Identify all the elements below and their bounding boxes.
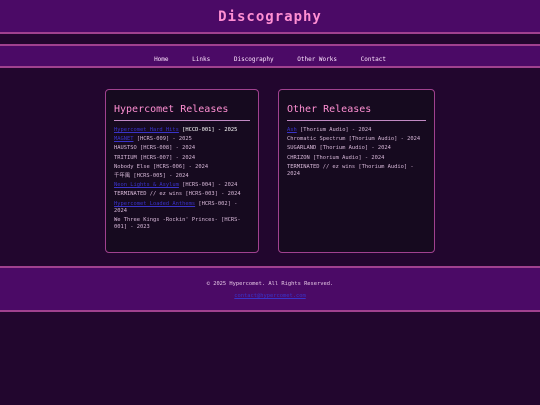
hypercomet-release-item: TERMINATED // ez wins [HCRS-003] - 2024	[114, 191, 250, 198]
hypercomet-release-list: Hypercomet Hard Hits [HCCD-001] - 2025 MA…	[114, 127, 250, 231]
hypercomet-release-details: TRITIUM [HCRS-007] - 2024	[114, 154, 196, 161]
hypercomet-release-link[interactable]: Neon Lights & Asylum	[114, 182, 179, 188]
other-release-list: Ash [Thorium Audio] - 2024 Chromatic Spec…	[287, 127, 426, 178]
site-footer: © 2025 Hypercomet. All Rights Reserved. …	[0, 266, 540, 312]
hypercomet-release-item: Nobody Else [HCRS-006] - 2024	[114, 164, 250, 171]
other-release-item: SUGARLAND [Thorium Audio] - 2024	[287, 145, 426, 152]
hypercomet-release-item: TRITIUM [HCRS-007] - 2024	[114, 155, 250, 162]
other-release-link[interactable]: Ash	[287, 127, 297, 133]
other-release-details: SUGARLAND [Thorium Audio] - 2024	[287, 145, 391, 152]
footer-contact: contact@hypercomet.com	[0, 293, 540, 299]
nav-contact[interactable]: Contact	[361, 50, 386, 70]
nav-home[interactable]: Home	[154, 50, 168, 70]
hypercomet-release-details: TERMINATED // ez wins [HCRS-003] - 2024	[114, 191, 241, 198]
other-releases-panel: Other Releases Ash [Thorium Audio] - 202…	[278, 89, 435, 253]
copyright-text: © 2025 Hypercomet. All Rights Reserved.	[206, 281, 334, 287]
hypercomet-release-item: We Three Kings -Rockin' Princes- [HCRS-0…	[114, 217, 250, 231]
hypercomet-release-details: HAUSTSO [HCRS-008] - 2024	[114, 145, 196, 152]
hypercomet-releases-title: Hypercomet Releases	[114, 104, 250, 121]
hypercomet-release-item: Hypercomet Loaded Anthems [HCRS-002] - 2…	[114, 201, 250, 215]
hypercomet-releases-panel: Hypercomet Releases Hypercomet Hard Hits…	[105, 89, 259, 253]
hypercomet-release-details: Nobody Else [HCRS-006] - 2024	[114, 163, 209, 170]
contact-email-link[interactable]: contact@hypercomet.com	[234, 293, 305, 299]
hypercomet-release-details: [HCCD-001] - 2025	[182, 127, 238, 133]
hypercomet-release-details: We Three Kings -Rockin' Princes- [HCRS-0…	[114, 217, 241, 231]
other-release-item: CHRIZON [Thorium Audio] - 2024	[287, 155, 426, 162]
hypercomet-release-details: 千年風 [HCRS-005] - 2024	[114, 173, 189, 180]
site-header: Discography	[0, 0, 540, 34]
other-release-item: TERMINATED // ez wins [Thorium Audio] - …	[287, 164, 426, 178]
other-release-details: TERMINATED // ez wins [Thorium Audio] - …	[287, 163, 414, 178]
hypercomet-release-link[interactable]: MAGNET	[114, 136, 133, 142]
nav-discography[interactable]: Discography	[234, 50, 274, 70]
hypercomet-release-item: Hypercomet Hard Hits [HCCD-001] - 2025	[114, 127, 250, 134]
page-title: Discography	[218, 9, 322, 25]
hypercomet-release-details: [HCRS-004] - 2024	[182, 182, 238, 189]
other-release-details: CHRIZON [Thorium Audio] - 2024	[287, 154, 385, 161]
hypercomet-release-item: HAUSTSO [HCRS-008] - 2024	[114, 145, 250, 152]
hypercomet-release-item: MAGNET [HCRS-009] - 2025	[114, 136, 250, 143]
other-release-item: Chromatic Spectrum [Thorium Audio] - 202…	[287, 136, 426, 143]
hypercomet-release-link[interactable]: Hypercomet Loaded Anthems	[114, 201, 195, 207]
other-release-details: [Thorium Audio] - 2024	[300, 127, 372, 133]
hypercomet-release-item: 千年風 [HCRS-005] - 2024	[114, 173, 250, 180]
hypercomet-release-item: Neon Lights & Asylum [HCRS-004] - 2024	[114, 182, 250, 189]
other-release-item: Ash [Thorium Audio] - 2024	[287, 127, 426, 134]
main-nav: Home Links Discography Other Works Conta…	[0, 44, 540, 68]
hypercomet-release-details: [HCRS-009] - 2025	[136, 136, 192, 143]
hypercomet-release-link[interactable]: Hypercomet Hard Hits	[114, 127, 179, 133]
nav-links[interactable]: Links	[192, 50, 210, 70]
nav-other-works[interactable]: Other Works	[297, 50, 337, 70]
other-release-details: Chromatic Spectrum [Thorium Audio] - 202…	[287, 136, 421, 143]
other-releases-title: Other Releases	[287, 104, 426, 121]
